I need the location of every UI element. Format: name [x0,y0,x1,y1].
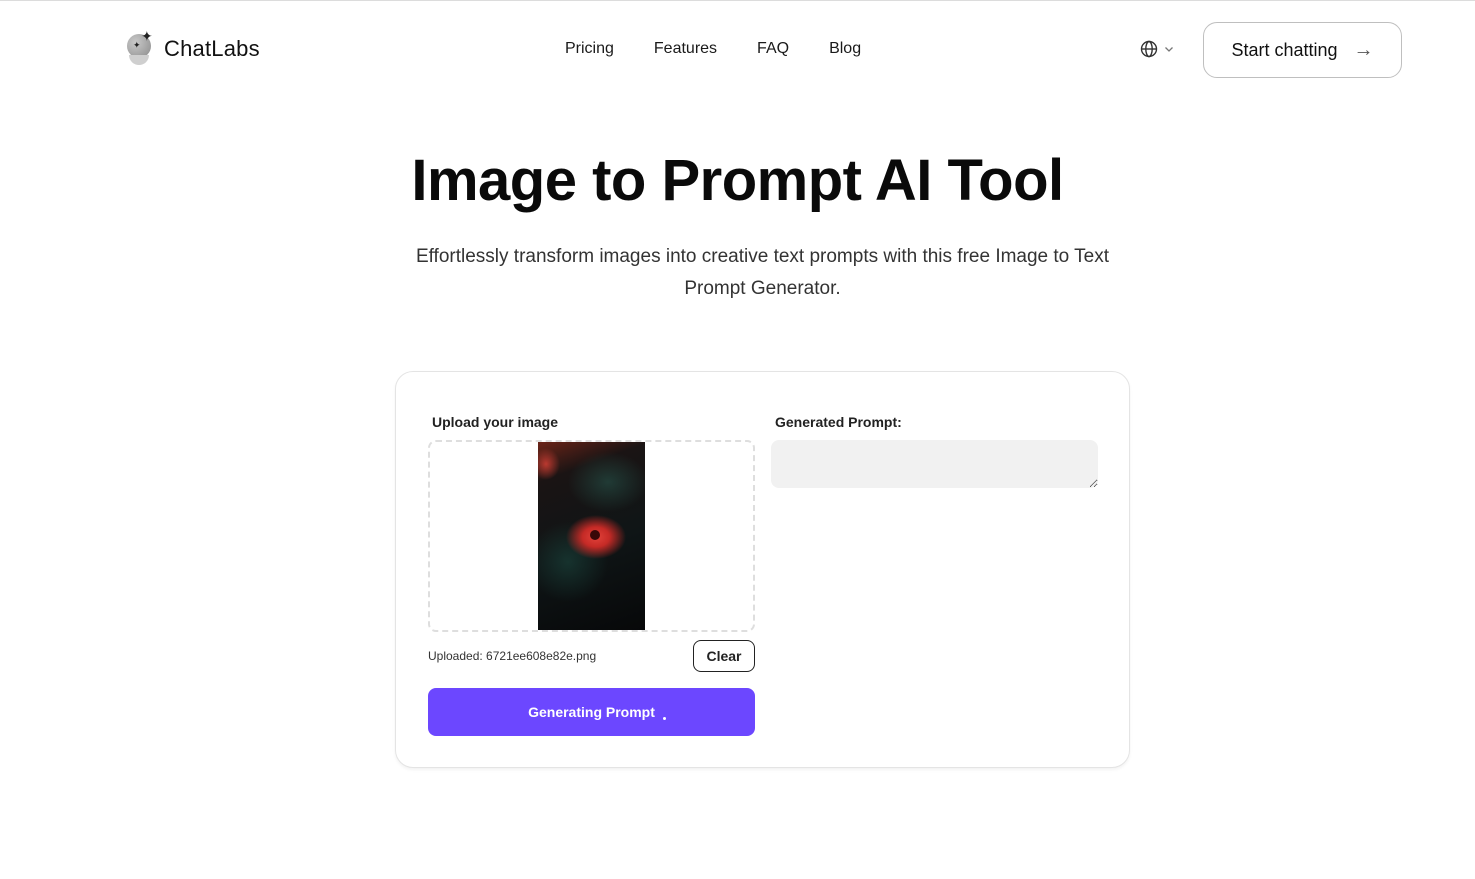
crystal-ball-icon: ✦ ✦ [126,28,154,66]
globe-icon [1140,40,1158,58]
logo[interactable]: ✦ ✦ ChatLabs [126,28,260,66]
arrow-right-icon: → [1353,38,1374,61]
uploaded-image-preview [538,442,645,630]
start-chatting-label: Start chatting [1231,39,1338,60]
nav-pricing[interactable]: Pricing [565,40,614,58]
logo-text: ChatLabs [164,36,260,61]
generated-prompt-label: Generated Prompt: [775,414,902,430]
nav-features[interactable]: Features [654,40,717,58]
start-chatting-button[interactable]: Start chatting → [1203,22,1402,78]
generated-prompt-textarea[interactable] [771,440,1098,488]
loading-spinner-icon [663,717,666,720]
clear-button[interactable]: Clear [693,640,755,672]
image-dropzone[interactable] [428,440,755,632]
chevron-down-icon [1165,47,1173,52]
image-to-prompt-card: Upload your image Uploaded: 6721ee608e82… [395,371,1130,768]
page-subtitle: Effortlessly transform images into creat… [415,246,1110,299]
page-title: Image to Prompt AI Tool [411,148,1064,213]
generate-prompt-label: Generating Prompt [528,704,655,720]
generate-prompt-button[interactable]: Generating Prompt [428,688,755,736]
uploaded-filename: Uploaded: 6721ee608e82e.png [428,649,597,663]
language-selector[interactable] [1140,40,1174,58]
nav-faq[interactable]: FAQ [757,40,789,58]
main-nav: Pricing Features FAQ Blog [565,40,861,58]
nav-blog[interactable]: Blog [829,40,861,58]
site-header: ✦ ✦ ChatLabs Pricing Features FAQ Blog S… [0,1,1475,97]
upload-label: Upload your image [432,414,559,430]
